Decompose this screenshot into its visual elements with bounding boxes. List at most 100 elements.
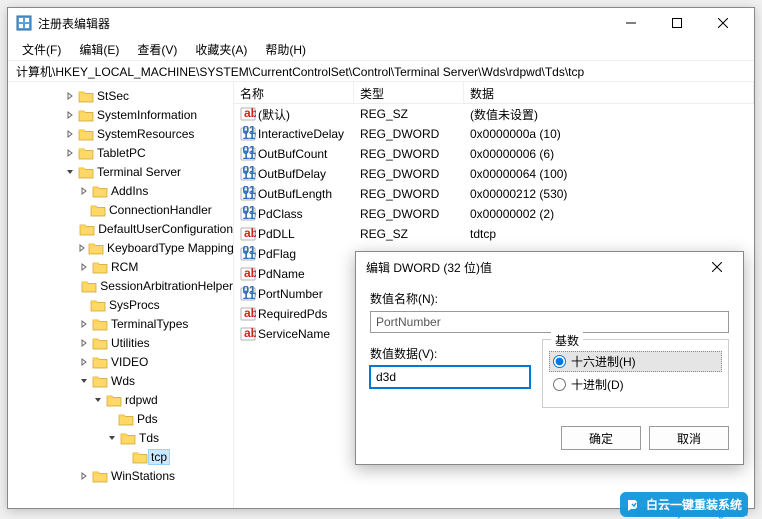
dialog-titlebar: 编辑 DWORD (32 位)值 bbox=[356, 252, 743, 282]
radio-dec-input[interactable] bbox=[553, 378, 566, 391]
folder-icon bbox=[92, 184, 108, 198]
tree-item[interactable]: rdpwd bbox=[8, 390, 233, 409]
tree-item[interactable]: SystemInformation bbox=[8, 105, 233, 124]
ok-button[interactable]: 确定 bbox=[561, 426, 641, 450]
value-name-label: 数值名称(N): bbox=[370, 290, 729, 307]
chevron-right-icon[interactable] bbox=[78, 356, 90, 368]
chevron-right-icon[interactable] bbox=[78, 337, 90, 349]
value-name-cell: OutBufDelay bbox=[234, 166, 354, 182]
menu-help[interactable]: 帮助(H) bbox=[257, 38, 314, 61]
edit-dword-dialog: 编辑 DWORD (32 位)值 数值名称(N): 数值数据(V): 基数 十六… bbox=[355, 251, 744, 465]
window-controls bbox=[608, 8, 746, 38]
value-data-cell: 0x00000002 (2) bbox=[464, 207, 754, 221]
tree-item-label: Wds bbox=[111, 374, 135, 388]
tree-item[interactable]: WinStations bbox=[8, 466, 233, 485]
value-row[interactable]: OutBufDelayREG_DWORD0x00000064 (100) bbox=[234, 164, 754, 184]
tree-item[interactable]: Utilities bbox=[8, 333, 233, 352]
value-name-input[interactable] bbox=[370, 311, 729, 333]
value-row[interactable]: OutBufCountREG_DWORD0x00000006 (6) bbox=[234, 144, 754, 164]
tree-item[interactable]: DefaultUserConfiguration bbox=[8, 219, 233, 238]
tree-item[interactable]: SessionArbitrationHelper bbox=[8, 276, 233, 295]
folder-icon bbox=[92, 374, 108, 388]
cancel-button[interactable]: 取消 bbox=[649, 426, 729, 450]
tree-item[interactable]: Wds bbox=[8, 371, 233, 390]
value-name-cell: PdClass bbox=[234, 206, 354, 222]
chevron-right-icon[interactable] bbox=[78, 242, 86, 254]
value-row[interactable]: InteractiveDelayREG_DWORD0x0000000a (10) bbox=[234, 124, 754, 144]
maximize-button[interactable] bbox=[654, 8, 700, 38]
menu-file[interactable]: 文件(F) bbox=[14, 38, 69, 61]
tree-item[interactable]: RCM bbox=[8, 257, 233, 276]
value-data-cell: 0x00000212 (530) bbox=[464, 187, 754, 201]
folder-icon bbox=[78, 127, 94, 141]
value-data-cell: tdtcp bbox=[464, 227, 754, 241]
tree-item[interactable]: tcp bbox=[8, 447, 233, 466]
binary-value-icon bbox=[240, 246, 256, 262]
tree-item[interactable]: KeyboardType Mapping bbox=[8, 238, 233, 257]
chevron-down-icon[interactable] bbox=[106, 432, 118, 444]
radio-dec[interactable]: 十进制(D) bbox=[553, 376, 718, 393]
value-name-cell: OutBufLength bbox=[234, 186, 354, 202]
tree-item[interactable]: VIDEO bbox=[8, 352, 233, 371]
chevron-right-icon[interactable] bbox=[78, 470, 90, 482]
tree-item-label: SysProcs bbox=[109, 298, 160, 312]
tree-item[interactable]: TabletPC bbox=[8, 143, 233, 162]
tree-item[interactable]: StSec bbox=[8, 86, 233, 105]
value-row[interactable]: OutBufLengthREG_DWORD0x00000212 (530) bbox=[234, 184, 754, 204]
tree-item[interactable]: Pds bbox=[8, 409, 233, 428]
chevron-right-icon[interactable] bbox=[78, 185, 90, 197]
chevron-right-icon[interactable] bbox=[78, 318, 90, 330]
value-type-cell: REG_DWORD bbox=[354, 167, 464, 181]
dialog-close-button[interactable] bbox=[701, 253, 733, 281]
chevron-down-icon[interactable] bbox=[64, 166, 76, 178]
binary-value-icon bbox=[240, 126, 256, 142]
value-data-cell: 0x00000064 (100) bbox=[464, 167, 754, 181]
chevron-right-icon[interactable] bbox=[64, 128, 76, 140]
folder-icon bbox=[81, 279, 97, 293]
menu-view[interactable]: 查看(V) bbox=[129, 38, 185, 61]
tree-item[interactable]: SysProcs bbox=[8, 295, 233, 314]
tree-item[interactable]: Terminal Server bbox=[8, 162, 233, 181]
value-type-cell: REG_DWORD bbox=[354, 147, 464, 161]
tree-item-label: KeyboardType Mapping bbox=[107, 241, 234, 255]
tree-item[interactable]: TerminalTypes bbox=[8, 314, 233, 333]
address-bar[interactable]: 计算机\HKEY_LOCAL_MACHINE\SYSTEM\CurrentCon… bbox=[8, 60, 754, 82]
value-row[interactable]: PdDLLREG_SZtdtcp bbox=[234, 224, 754, 244]
chevron-down-icon[interactable] bbox=[78, 375, 90, 387]
tree-item[interactable]: AddIns bbox=[8, 181, 233, 200]
chevron-right-icon[interactable] bbox=[64, 90, 76, 102]
tree-item-label: SessionArbitrationHelper bbox=[100, 279, 233, 293]
header-type[interactable]: 类型 bbox=[354, 82, 464, 103]
radio-hex[interactable]: 十六进制(H) bbox=[549, 351, 722, 372]
close-button[interactable] bbox=[700, 8, 746, 38]
value-name-cell: InteractiveDelay bbox=[234, 126, 354, 142]
tree-item[interactable]: SystemResources bbox=[8, 124, 233, 143]
folder-icon bbox=[106, 393, 122, 407]
value-row[interactable]: (默认)REG_SZ(数值未设置) bbox=[234, 104, 754, 124]
folder-icon bbox=[92, 336, 108, 350]
tree-item[interactable]: Tds bbox=[8, 428, 233, 447]
tree-item-label: Tds bbox=[139, 431, 159, 445]
value-row[interactable]: PdClassREG_DWORD0x00000002 (2) bbox=[234, 204, 754, 224]
header-data[interactable]: 数据 bbox=[464, 82, 754, 103]
tree-panel[interactable]: StSecSystemInformationSystemResourcesTab… bbox=[8, 82, 234, 508]
menu-edit[interactable]: 编辑(E) bbox=[71, 38, 127, 61]
window-title: 注册表编辑器 bbox=[38, 15, 608, 32]
tree-item-label: Pds bbox=[137, 412, 158, 426]
value-data-input[interactable] bbox=[370, 366, 530, 388]
value-name-cell: PdName bbox=[234, 266, 354, 282]
chevron-right-icon[interactable] bbox=[64, 109, 76, 121]
radio-hex-input[interactable] bbox=[553, 355, 566, 368]
minimize-button[interactable] bbox=[608, 8, 654, 38]
folder-icon bbox=[92, 355, 108, 369]
chevron-down-icon[interactable] bbox=[92, 394, 104, 406]
header-name[interactable]: 名称 bbox=[234, 82, 354, 103]
tree-item[interactable]: ConnectionHandler bbox=[8, 200, 233, 219]
menu-favorites[interactable]: 收藏夹(A) bbox=[187, 38, 255, 61]
chevron-right-icon[interactable] bbox=[64, 147, 76, 159]
folder-icon bbox=[78, 165, 94, 179]
base-fieldset: 基数 十六进制(H) 十进制(D) bbox=[542, 339, 729, 408]
chevron-right-icon[interactable] bbox=[78, 261, 90, 273]
watermark-url: www.baiyunxitong.com bbox=[636, 507, 748, 519]
value-type-cell: REG_DWORD bbox=[354, 187, 464, 201]
